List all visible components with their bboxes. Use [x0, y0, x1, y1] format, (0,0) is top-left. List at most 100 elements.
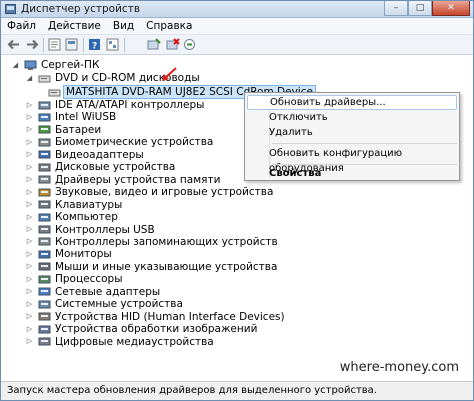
tree-category-label: Биометрические устройства — [55, 136, 214, 149]
menu-item-delete[interactable]: Удалить — [247, 125, 457, 140]
device-category-icon — [38, 124, 51, 135]
dvd-drive-icon — [38, 73, 51, 84]
expand-icon[interactable]: ▷ — [25, 200, 34, 209]
expand-icon[interactable]: ▷ — [25, 275, 34, 284]
tree-category-19[interactable]: ▷ Цифровые медиаустройства — [25, 335, 214, 349]
tree-category-label: Intel WiUSB — [55, 111, 117, 124]
menu-item-properties[interactable]: Свойства — [247, 166, 457, 181]
close-button[interactable]: ✕ — [432, 1, 470, 16]
expand-icon[interactable]: ▷ — [25, 213, 34, 222]
tree-category-label: Устройства обработки изображений — [55, 323, 258, 336]
expand-icon[interactable]: ▷ — [25, 163, 34, 172]
tree-root-label: Сергей-ПК — [41, 59, 100, 71]
title-bar: Диспетчер устройств – □ ✕ — [1, 1, 473, 18]
device-category-icon — [38, 187, 51, 198]
device-category-icon — [38, 162, 51, 173]
tree-category-label: Клавиатуры — [55, 198, 123, 211]
tree-category-label: Видеоадаптеры — [55, 148, 144, 161]
expand-icon[interactable]: ▷ — [25, 312, 34, 321]
properties-icon[interactable] — [48, 38, 62, 51]
status-text: Запуск мастера обновления драйверов для … — [7, 385, 377, 396]
show-hidden-icon[interactable] — [65, 38, 79, 51]
device-category-icon — [38, 224, 51, 235]
expand-icon[interactable]: ▷ — [25, 237, 34, 246]
expand-icon[interactable]: ▷ — [25, 138, 34, 147]
expand-icon[interactable]: ▷ — [25, 225, 34, 234]
toolbar-separator — [83, 38, 84, 52]
tree-category-label: Цифровые медиаустройства — [55, 335, 214, 348]
toolbar: ? — [1, 35, 473, 55]
expand-icon[interactable]: ▷ — [25, 175, 34, 184]
device-category-icon — [38, 112, 51, 123]
tree-category-label: Контроллеры USB — [55, 223, 155, 236]
menu-view[interactable]: Вид — [107, 18, 140, 34]
device-category-icon — [38, 286, 51, 297]
tree-category-label: Устройства HID (Human Interface Devices) — [55, 310, 285, 323]
collapse-icon[interactable]: ◢ — [11, 61, 20, 70]
tree-category-label: Процессоры — [55, 273, 123, 286]
device-category-icon — [38, 174, 51, 185]
expand-icon[interactable]: ▷ — [25, 250, 34, 259]
status-bar: where-money.com Запуск мастера обновлени… — [1, 360, 473, 400]
device-category-icon — [38, 137, 51, 148]
expand-icon[interactable]: ▷ — [25, 125, 34, 134]
disable-icon[interactable] — [166, 38, 180, 51]
tree-root[interactable]: ◢ Сергей-ПК — [11, 58, 100, 72]
back-icon[interactable] — [7, 38, 21, 51]
tree-category-label: Сетевые адаптеры — [55, 285, 161, 298]
tree-category-label: IDE ATA/ATAPI контроллеры — [55, 99, 205, 111]
forward-icon[interactable] — [25, 38, 39, 51]
expand-icon[interactable]: ▷ — [25, 150, 34, 159]
menu-help[interactable]: Справка — [140, 18, 198, 34]
expand-icon[interactable]: ▷ — [25, 325, 34, 334]
window-controls: – □ ✕ — [384, 1, 470, 17]
menu-file[interactable]: Файл — [1, 18, 42, 34]
view-icon[interactable] — [106, 38, 120, 51]
menu-action[interactable]: Действие — [42, 18, 107, 34]
menu-item-scan-hardware[interactable]: Обновить конфигурацию оборудования — [247, 146, 457, 174]
uninstall-icon[interactable] — [183, 38, 197, 51]
device-category-icon — [38, 324, 51, 335]
expand-icon[interactable]: ▷ — [25, 188, 34, 197]
help-icon[interactable]: ? — [88, 38, 102, 51]
minimize-button[interactable]: – — [384, 1, 408, 16]
expand-icon[interactable]: ▷ — [25, 337, 34, 346]
svg-text:?: ? — [92, 42, 97, 52]
tree-category-label: Звуковые, видео и игровые устройства — [55, 186, 274, 199]
device-category-icon — [38, 299, 51, 310]
tree-category-label: Мыши и иные указывающие устройства — [55, 260, 278, 273]
menu-item-disable[interactable]: Отключить — [247, 110, 457, 125]
tree-category-label: Компьютер — [55, 211, 118, 224]
menu-separator — [272, 164, 457, 165]
device-category-icon — [38, 100, 51, 111]
expand-icon[interactable]: ▷ — [25, 287, 34, 296]
red-arrow-annotation — [162, 67, 177, 81]
scan-hardware-icon[interactable] — [147, 38, 161, 51]
tree-category-label: Драйверы устройства памяти — [55, 173, 221, 186]
watermark: where-money.com — [339, 360, 459, 375]
context-menu: Обновить драйверы... Отключить Удалить О… — [244, 92, 460, 181]
expand-icon[interactable]: ▷ — [25, 113, 34, 122]
device-category-icon — [38, 261, 51, 272]
device-category-icon — [38, 149, 51, 160]
toolbar-separator — [124, 38, 125, 52]
menu-separator — [272, 143, 457, 144]
maximize-button[interactable]: □ — [408, 1, 432, 16]
collapse-icon[interactable]: ◢ — [25, 74, 34, 83]
expand-icon[interactable]: ▷ — [25, 262, 34, 271]
menu-item-update-drivers[interactable]: Обновить драйверы... — [247, 95, 457, 110]
device-category-icon — [38, 212, 51, 223]
tree-category-label: Системные устройства — [55, 298, 183, 311]
toolbar-separator — [43, 38, 44, 52]
device-category-icon — [38, 336, 51, 347]
dvd-drive-icon — [48, 87, 61, 98]
expand-icon[interactable]: ▷ — [25, 300, 34, 309]
expand-icon[interactable]: ▷ — [25, 101, 34, 110]
tree-category-label: Дисковые устройства — [55, 161, 176, 174]
tree-category-label: Контроллеры запоминающих устройств — [55, 235, 278, 248]
menu-bar: Файл Действие Вид Справка — [1, 18, 473, 35]
device-category-icon — [38, 199, 51, 210]
computer-icon — [24, 60, 37, 71]
device-category-icon — [38, 274, 51, 285]
device-manager-icon — [5, 4, 16, 14]
